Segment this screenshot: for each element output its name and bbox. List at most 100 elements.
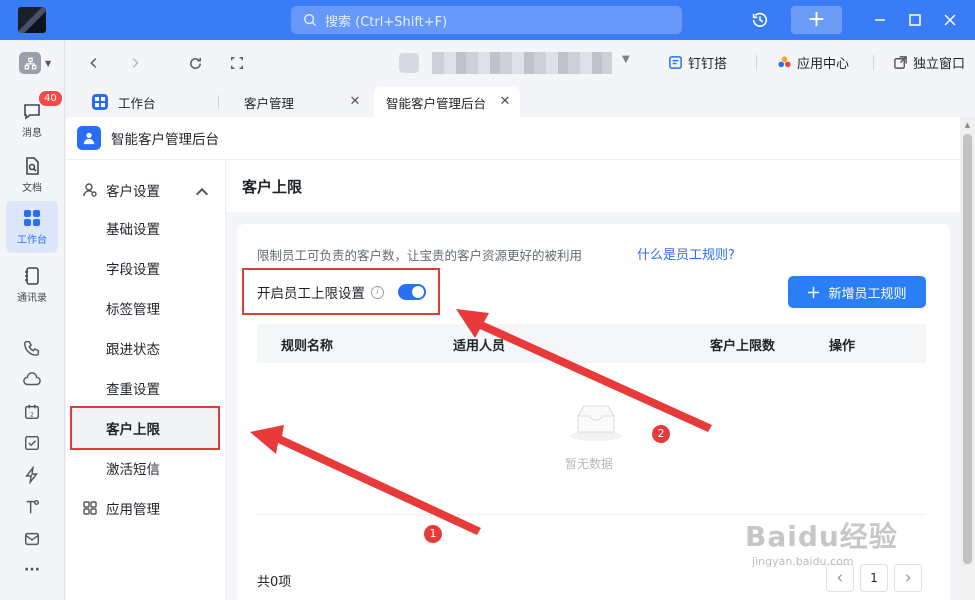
org-switcher-icon[interactable] bbox=[19, 52, 41, 74]
app-center-label: 应用中心 bbox=[797, 57, 850, 72]
maximize-icon[interactable] bbox=[905, 10, 925, 30]
column-header: 适用人员 bbox=[453, 339, 506, 354]
tab-workbench[interactable]: 工作台 bbox=[80, 87, 216, 117]
forward-icon[interactable] bbox=[125, 53, 145, 73]
left-rail: ▼ 消息 40 文档 工作台 通讯录 2 ··· bbox=[0, 40, 65, 600]
rail-messages[interactable]: 消息 40 bbox=[6, 90, 63, 146]
lightning-icon[interactable] bbox=[20, 463, 44, 487]
close-tab-icon[interactable]: ✕ bbox=[348, 95, 362, 109]
mail-icon[interactable] bbox=[20, 527, 44, 551]
org-caret-icon[interactable]: ▼ bbox=[45, 59, 51, 68]
unread-badge: 40 bbox=[38, 90, 63, 107]
menu-group-customer-settings[interactable]: 客户设置 bbox=[66, 170, 226, 210]
plus-icon bbox=[808, 286, 820, 298]
rail-messages-label: 消息 bbox=[22, 128, 42, 139]
search-icon bbox=[304, 14, 317, 27]
crm-logo-icon bbox=[77, 126, 101, 150]
app-title: 智能客户管理后台 bbox=[111, 132, 219, 148]
empty-state-text: 暂无数据 bbox=[565, 457, 614, 471]
svg-text:2: 2 bbox=[30, 412, 34, 419]
dingdingda-link[interactable]: 钉钉搭 bbox=[668, 53, 727, 72]
menu-item-tag-management[interactable]: 标签管理 bbox=[66, 288, 226, 328]
page-title: 客户上限 bbox=[226, 160, 960, 212]
todo-icon[interactable] bbox=[20, 431, 44, 455]
page-description: 限制员工可负责的客户数，让宝贵的客户资源更好的被利用 bbox=[257, 248, 583, 263]
grid-icon bbox=[24, 210, 40, 226]
column-header: 操作 bbox=[829, 339, 856, 354]
tab-bar: 工作台 客户管理 ✕ 智能客户管理后台 ✕ bbox=[66, 87, 975, 117]
toolbar-divider bbox=[756, 55, 757, 71]
add-rule-button[interactable]: 新增员工规则 bbox=[788, 276, 926, 308]
menu-item-basic-settings[interactable]: 基础设置 bbox=[66, 208, 226, 248]
rail-contacts[interactable]: 通讯录 bbox=[6, 259, 58, 311]
scroll-up-icon[interactable]: ▲ bbox=[963, 121, 972, 129]
tab-label: 智能客户管理后台 bbox=[386, 95, 487, 111]
history-icon[interactable] bbox=[748, 8, 772, 32]
annotation-marker-2: 2 bbox=[652, 425, 670, 443]
scroll-thumb[interactable] bbox=[963, 134, 972, 564]
user-settings-icon bbox=[83, 183, 97, 197]
empty-inbox-icon bbox=[570, 405, 622, 441]
dingdingda-label: 钉钉搭 bbox=[688, 57, 728, 72]
minimize-icon[interactable] bbox=[870, 10, 890, 30]
standalone-window-label: 独立窗口 bbox=[913, 57, 966, 72]
pin-icon[interactable] bbox=[20, 495, 44, 519]
rules-table-header: 规则名称 适用人员 客户上限数 操作 bbox=[257, 324, 926, 363]
browser-toolbar: ▼ 钉钉搭 应用中心 独立窗口 bbox=[66, 40, 975, 87]
contacts-icon bbox=[25, 267, 39, 285]
fullscreen-icon[interactable] bbox=[227, 53, 247, 73]
apps-icon bbox=[83, 501, 97, 515]
cloud-icon[interactable] bbox=[20, 368, 44, 392]
close-icon[interactable] bbox=[940, 10, 960, 30]
address-org-icon bbox=[399, 53, 419, 73]
search-placeholder: 搜索 (Ctrl+Shift+F) bbox=[325, 14, 448, 30]
new-button[interactable]: + bbox=[791, 6, 842, 34]
tab-divider bbox=[218, 95, 219, 109]
menu-group-label: 客户设置 bbox=[106, 184, 160, 200]
highlight-box-menu bbox=[70, 406, 220, 450]
vertical-scrollbar[interactable]: ▲ bbox=[960, 117, 975, 600]
menu-item-follow-status[interactable]: 跟进状态 bbox=[66, 328, 226, 368]
toolbar-divider bbox=[873, 55, 874, 71]
chevron-left-icon bbox=[837, 574, 843, 582]
back-icon[interactable] bbox=[84, 53, 104, 73]
rail-workbench[interactable]: 工作台 bbox=[6, 201, 58, 253]
standalone-window-link[interactable]: 独立窗口 bbox=[893, 53, 965, 72]
add-rule-label: 新增员工规则 bbox=[828, 286, 907, 302]
blurred-address bbox=[432, 52, 612, 74]
next-page-button[interactable] bbox=[894, 564, 922, 592]
rail-docs-label: 文档 bbox=[22, 183, 42, 194]
chevron-right-icon bbox=[905, 574, 911, 582]
rail-workbench-label: 工作台 bbox=[17, 235, 47, 246]
close-tab-icon[interactable]: ✕ bbox=[498, 95, 512, 109]
refresh-icon[interactable] bbox=[185, 53, 205, 73]
rail-contacts-label: 通讯录 bbox=[17, 293, 47, 304]
address-caret-icon[interactable]: ▼ bbox=[622, 54, 630, 65]
global-search-input[interactable]: 搜索 (Ctrl+Shift+F) bbox=[291, 6, 682, 34]
column-header: 客户上限数 bbox=[710, 339, 776, 354]
dingdingda-icon bbox=[669, 56, 682, 69]
column-header: 规则名称 bbox=[281, 339, 334, 354]
app-logo bbox=[18, 7, 46, 33]
tab-customer-management[interactable]: 客户管理 ✕ bbox=[232, 87, 370, 117]
menu-item-field-settings[interactable]: 字段设置 bbox=[66, 248, 226, 288]
tab-smart-crm-admin[interactable]: 智能客户管理后台 ✕ bbox=[374, 87, 520, 117]
app-center-link[interactable]: 应用中心 bbox=[777, 53, 849, 72]
menu-item-activation-sms[interactable]: 激活短信 bbox=[66, 448, 226, 488]
document-icon bbox=[26, 157, 39, 175]
highlight-box-toggle bbox=[242, 268, 440, 315]
app-center-icon bbox=[778, 56, 791, 68]
workbench-tab-icon bbox=[92, 94, 108, 110]
phone-icon[interactable] bbox=[20, 336, 44, 360]
rail-docs[interactable]: 文档 bbox=[6, 149, 58, 201]
menu-group-label: 应用管理 bbox=[106, 502, 160, 518]
help-link[interactable]: 什么是员工规则? bbox=[637, 244, 735, 263]
menu-group-app-management[interactable]: 应用管理 bbox=[66, 488, 226, 528]
calendar-icon[interactable]: 2 bbox=[20, 400, 44, 424]
menu-item-dedup-settings[interactable]: 查重设置 bbox=[66, 368, 226, 408]
app-header: 智能客户管理后台 bbox=[66, 117, 960, 160]
baidu-watermark: Baidu经验 bbox=[745, 520, 898, 553]
more-icon[interactable]: ··· bbox=[20, 558, 44, 582]
prev-page-button[interactable] bbox=[826, 564, 854, 592]
page-number-button[interactable]: 1 bbox=[860, 564, 888, 592]
